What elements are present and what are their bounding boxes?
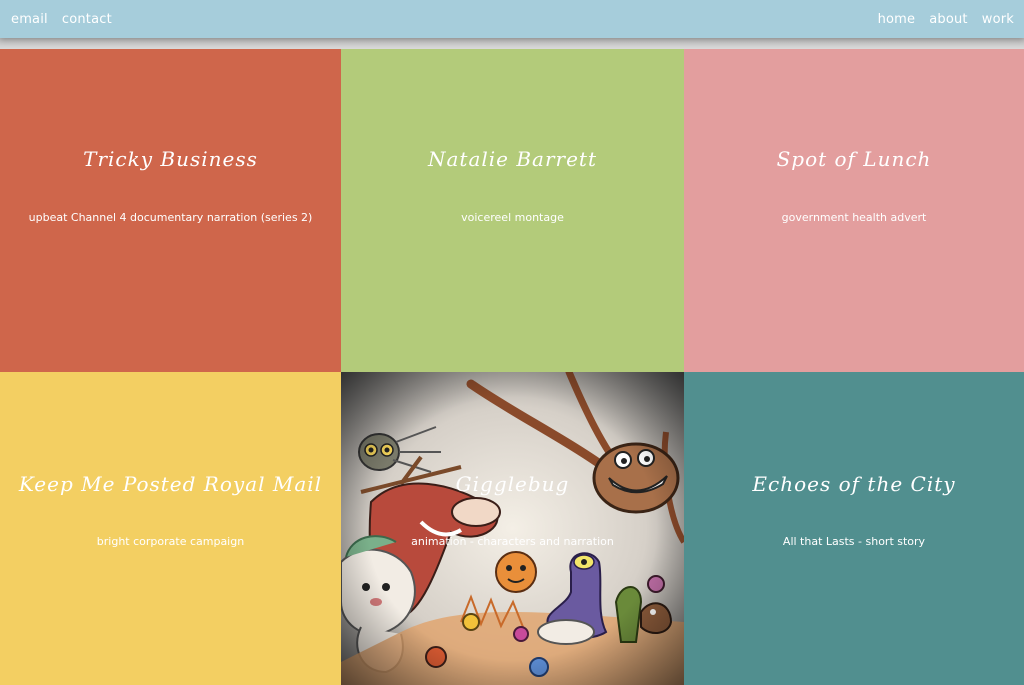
work-tile-natalie-barrett[interactable]: Natalie Barrett voicereel montage [341, 49, 684, 372]
work-tile-keep-me-posted[interactable]: Keep Me Posted Royal Mail bright corpora… [0, 372, 341, 685]
work-tile-tricky-business[interactable]: Tricky Business upbeat Channel 4 documen… [0, 49, 341, 372]
tile-title: Gigglebug [455, 472, 570, 496]
tile-subtitle: government health advert [781, 211, 927, 224]
work-tile-echoes-of-the-city[interactable]: Echoes of the City All that Lasts - shor… [684, 372, 1024, 685]
tile-subtitle: All that Lasts - short story [782, 535, 926, 548]
tile-title: Keep Me Posted Royal Mail [18, 472, 323, 496]
tile-title: Natalie Barrett [427, 147, 598, 171]
tile-subtitle: upbeat Channel 4 documentary narration (… [28, 211, 313, 224]
nav-link-email[interactable]: email [11, 12, 48, 27]
tile-subtitle: bright corporate campaign [96, 535, 245, 548]
header-shadow-divider [0, 38, 1024, 49]
top-nav-bar: email contact home about work [0, 0, 1024, 38]
gigglebug-artwork [341, 372, 684, 685]
nav-right-group: home about work [878, 0, 1014, 38]
nav-link-work[interactable]: work [982, 12, 1014, 27]
work-grid: Tricky Business upbeat Channel 4 documen… [0, 49, 1024, 685]
tile-title: Echoes of the City [752, 472, 956, 496]
nav-link-home[interactable]: home [878, 12, 916, 27]
nav-left-group: email contact [11, 0, 112, 38]
nav-link-contact[interactable]: contact [62, 12, 112, 27]
work-tile-gigglebug[interactable]: Gigglebug animation - characters and nar… [341, 372, 684, 685]
tile-title: Spot of Lunch [776, 147, 932, 171]
nav-link-about[interactable]: about [929, 12, 968, 27]
tile-subtitle: voicereel montage [461, 211, 564, 224]
tile-subtitle: animation - characters and narration [411, 535, 614, 548]
work-tile-spot-of-lunch[interactable]: Spot of Lunch government health advert [684, 49, 1024, 372]
tile-title: Tricky Business [83, 147, 258, 171]
